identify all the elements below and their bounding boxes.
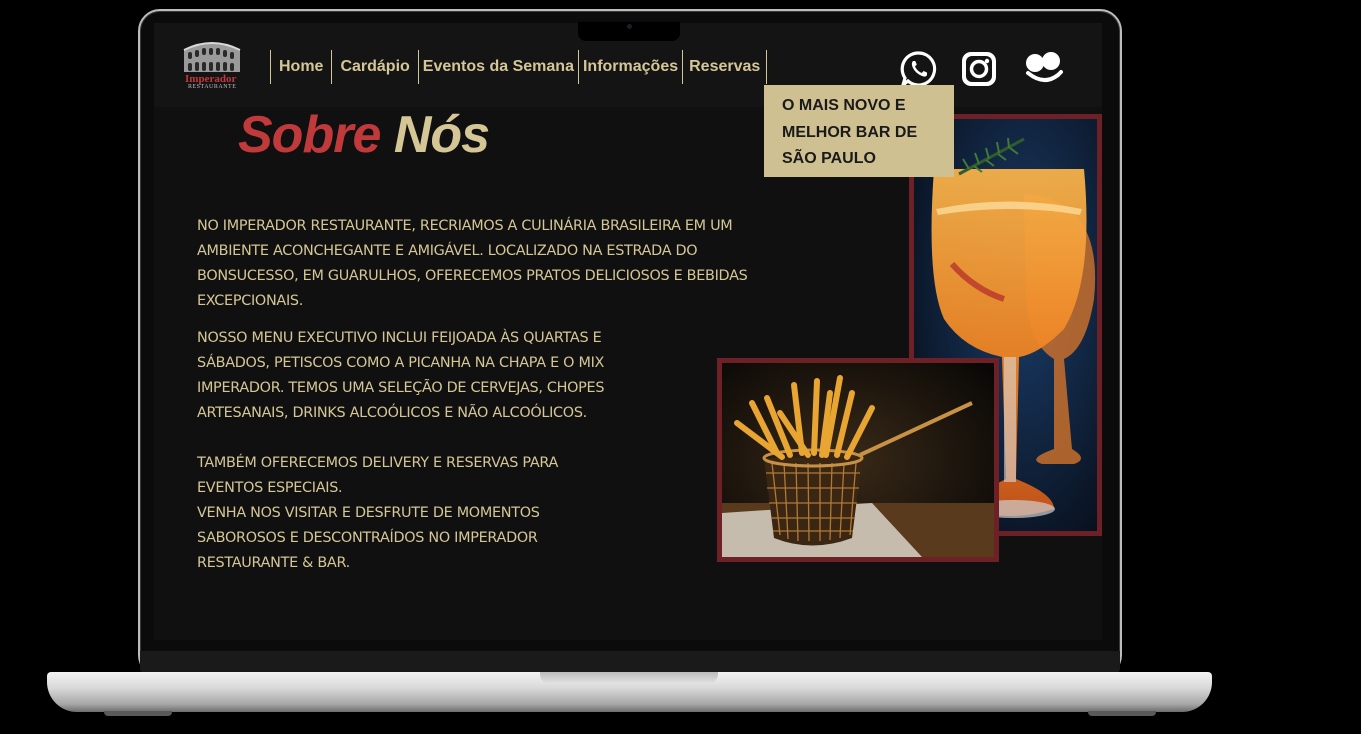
- text-line: NO IMPERADOR RESTAURANTE, RECRIAMOS A CU…: [197, 218, 733, 234]
- colosseum-icon: [183, 42, 241, 72]
- title-sobre: Sobre: [238, 106, 381, 164]
- nav-cardapio[interactable]: Cardápio: [331, 50, 417, 84]
- page-title: Sobre Nós: [238, 105, 490, 165]
- text-line: AMBIENTE ACONCHEGANTE E AMIGÁVEL. LOCALI…: [197, 243, 698, 259]
- ifood-icon[interactable]: [1024, 50, 1063, 88]
- about-paragraph-3: TAMBÉM OFERECEMOS DELIVERY E RESERVAS PA…: [197, 451, 558, 576]
- logo-subtitle: RESTAURANTE: [188, 84, 237, 90]
- nav-informacoes[interactable]: Informações: [577, 50, 682, 84]
- text-line: EVENTOS ESPECIAIS.: [197, 480, 343, 496]
- text-line: IMPERADOR. TEMOS UMA SELEÇÃO DE CERVEJAS…: [197, 380, 605, 396]
- text-line: NOSSO MENU EXECUTIVO INCLUI FEIJOADA ÀS …: [197, 330, 602, 346]
- text-line: ARTESANAIS, DRINKS ALCOÓLICOS E NÃO ALCO…: [197, 405, 587, 421]
- text-line: TAMBÉM OFERECEMOS DELIVERY E RESERVAS PA…: [197, 455, 559, 471]
- badge-line: SÃO PAULO: [782, 150, 876, 167]
- camera-notch: [578, 22, 680, 41]
- laptop-foot-right: [1088, 711, 1156, 716]
- badge-line: O MAIS NOVO E: [782, 97, 906, 114]
- site-logo[interactable]: Imperador RESTAURANTE: [182, 38, 242, 92]
- title-nos: Nós: [393, 106, 490, 164]
- text-line: SABOROSOS E DESCONTRAÍDOS NO IMPERADOR: [197, 530, 538, 546]
- nav-reservas[interactable]: Reservas: [682, 50, 768, 84]
- about-paragraph-2: NOSSO MENU EXECUTIVO INCLUI FEIJOADA ÀS …: [197, 326, 604, 426]
- camera-icon: [627, 24, 632, 29]
- laptop-trackpad-lip: [540, 672, 718, 684]
- laptop-foot-left: [104, 711, 172, 716]
- text-line: RESTAURANTE & BAR.: [197, 555, 350, 571]
- instagram-icon[interactable]: [960, 50, 998, 88]
- text-line: BONSUCESSO, EM GUARULHOS, OFERECEMOS PRA…: [197, 268, 748, 284]
- about-paragraph-1: NO IMPERADOR RESTAURANTE, RECRIAMOS A CU…: [197, 214, 748, 314]
- whatsapp-icon[interactable]: [900, 50, 938, 90]
- laptop-bezel-bottom: [140, 651, 1120, 673]
- nav-eventos[interactable]: Eventos da Semana: [417, 50, 578, 84]
- nav-home[interactable]: Home: [270, 50, 331, 84]
- highlight-badge: O MAIS NOVO E MELHOR BAR DE SÃO PAULO: [764, 85, 954, 177]
- website-screen: Imperador RESTAURANTE Home Cardápio Even…: [154, 23, 1102, 640]
- fries-photo: [717, 358, 999, 562]
- text-line: EXCEPCIONAIS.: [197, 293, 304, 309]
- text-line: VENHA NOS VISITAR E DESFRUTE DE MOMENTOS: [197, 505, 540, 521]
- main-nav: Home Cardápio Eventos da Semana Informaç…: [270, 50, 768, 84]
- text-line: SÁBADOS, PETISCOS COMO A PICANHA NA CHAP…: [197, 355, 605, 371]
- badge-line: MELHOR BAR DE: [782, 123, 918, 141]
